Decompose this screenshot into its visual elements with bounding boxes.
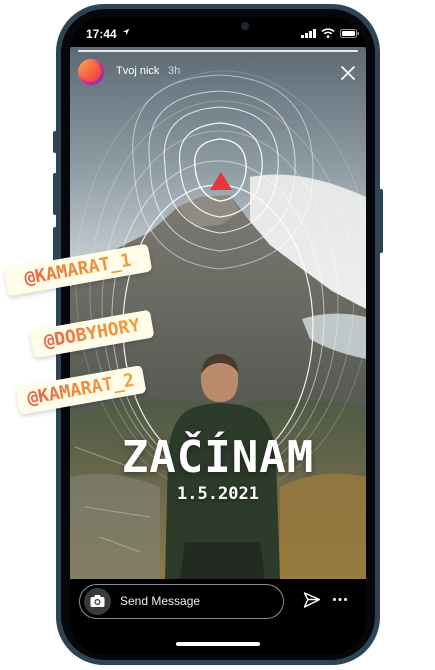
summit-marker-icon xyxy=(210,172,232,190)
story-age: 3h xyxy=(168,65,181,77)
story-progress-bar xyxy=(78,50,358,52)
battery-icon xyxy=(340,29,359,38)
phone-side-button-left-2 xyxy=(53,173,57,215)
story-headline: ZAČÍNAM xyxy=(121,432,315,483)
username[interactable]: Tvoj nick xyxy=(116,65,159,77)
send-message-input[interactable]: Send Message xyxy=(79,584,284,619)
send-icon[interactable] xyxy=(303,591,321,609)
phone-side-button-right xyxy=(379,189,383,253)
location-icon xyxy=(122,28,130,36)
status-time: 17:44 xyxy=(86,27,117,41)
camera-button[interactable] xyxy=(84,588,111,615)
camera-icon xyxy=(90,595,105,607)
avatar[interactable] xyxy=(78,59,104,85)
signal-icon xyxy=(301,29,316,38)
phone-side-button-left-1 xyxy=(53,131,57,153)
more-options-icon[interactable] xyxy=(332,597,348,602)
message-placeholder: Send Message xyxy=(120,594,201,608)
story-date: 1.5.2021 xyxy=(177,484,259,504)
wifi-icon xyxy=(321,28,335,38)
notch xyxy=(145,17,291,41)
status-bar: 17:44 xyxy=(70,17,366,47)
reply-bar: Send Message xyxy=(70,579,366,655)
front-camera xyxy=(241,22,249,30)
story-view[interactable]: Tvoj nick 3h ZAČÍNAM 1.5.2021 xyxy=(70,47,366,579)
home-indicator[interactable] xyxy=(176,642,260,646)
close-icon[interactable] xyxy=(340,65,356,81)
